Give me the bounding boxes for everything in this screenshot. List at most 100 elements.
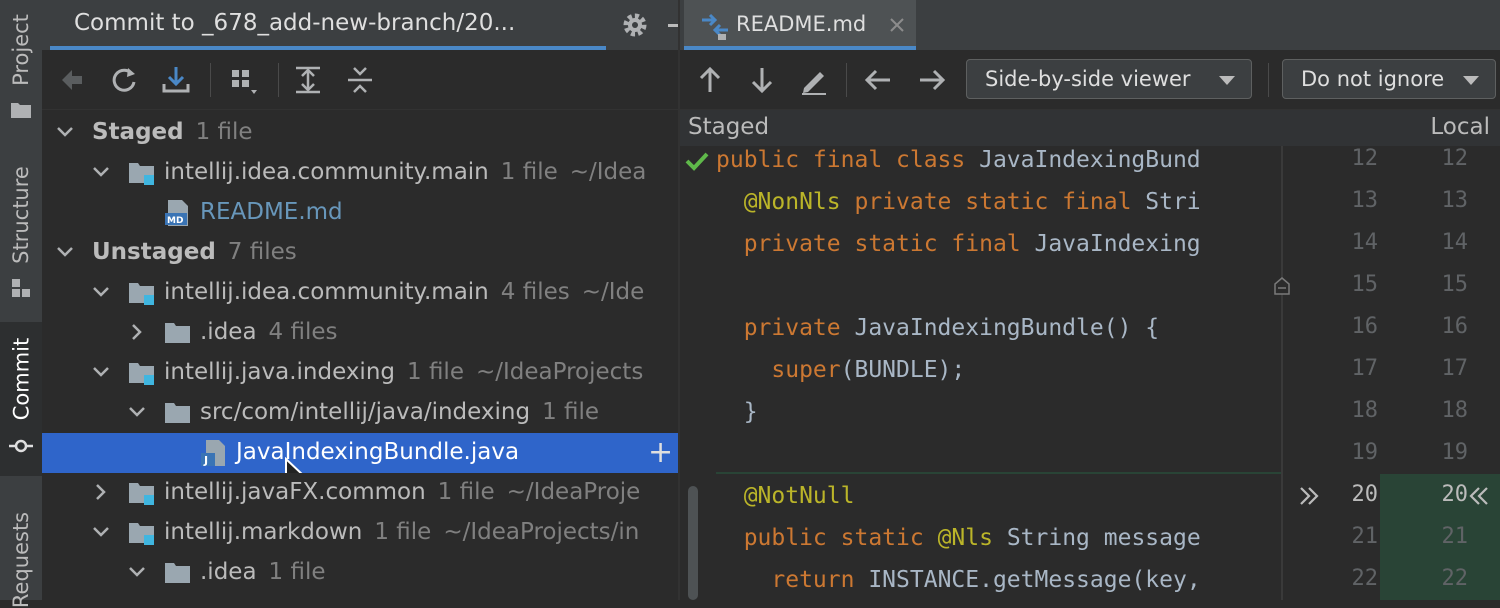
chevron-down-icon[interactable] — [90, 521, 112, 543]
chevron-down-icon — [1463, 76, 1479, 85]
update-icon[interactable] — [160, 64, 192, 96]
editor-tabs: README.md — [680, 0, 1500, 50]
commit-tab[interactable]: Commit — [0, 322, 42, 476]
previous-difference-icon[interactable] — [694, 64, 726, 96]
chevron-down-icon — [1219, 76, 1235, 85]
diff-arrows-icon — [702, 13, 728, 40]
apply-left-chevrons-icon[interactable] — [1466, 484, 1490, 508]
expand-all-icon[interactable] — [292, 64, 324, 96]
left-line-number: 16 — [1351, 314, 1379, 339]
diff-panel: README.md Side-by-side viewer Do not ign… — [680, 0, 1500, 600]
file-count: 1 file — [268, 559, 326, 585]
group-by-icon[interactable] — [228, 64, 260, 96]
tree-module-markdown[interactable]: intellij.markdown 1 file ~/IdeaProjects/in — [42, 513, 678, 553]
tree-folder-idea[interactable]: .idea 4 files — [42, 313, 678, 353]
left-line-number: 17 — [1351, 356, 1379, 381]
dropdown-value: Do not ignore — [1301, 67, 1445, 91]
tree-group-unstaged[interactable]: Unstaged 7 files — [42, 233, 678, 273]
close-icon[interactable] — [888, 16, 906, 34]
module-folder-icon — [129, 483, 154, 505]
tree-file-readme[interactable]: MD README.md — [42, 193, 678, 233]
file-count: 1 file — [374, 519, 432, 545]
module-folder-icon — [129, 283, 154, 305]
module-folder-icon — [129, 163, 154, 185]
next-difference-icon[interactable] — [746, 64, 778, 96]
chevron-down-icon[interactable] — [90, 361, 112, 383]
commit-header: Commit to _678_add-new-branch/20... — [42, 0, 678, 50]
tree-module-staged[interactable]: intellij.idea.community.main 1 file ~/Idea — [42, 153, 678, 193]
module-path: ~/IdeaProjects/in — [443, 519, 640, 545]
arrow-right-icon[interactable] — [916, 64, 948, 96]
active-tab-underline — [50, 46, 606, 50]
right-line-number: 16 — [1441, 314, 1469, 339]
requests-tab-label: Requests — [9, 511, 33, 608]
chevron-down-icon[interactable] — [126, 561, 148, 583]
refresh-icon[interactable] — [108, 64, 140, 96]
module-label: intellij.markdown — [164, 519, 363, 545]
svg-text:J: J — [203, 454, 208, 467]
left-line-number: 14 — [1351, 230, 1379, 255]
tree-group-staged[interactable]: Staged 1 file — [42, 113, 678, 153]
right-line-number: 13 — [1441, 188, 1469, 213]
tree-module-community[interactable]: intellij.idea.community.main 4 files ~/Ide — [42, 273, 678, 313]
ignore-whitespace-dropdown[interactable]: Do not ignore — [1282, 59, 1496, 99]
tab-readme[interactable]: README.md — [684, 0, 916, 50]
active-tab-underline — [684, 46, 916, 50]
java-file-icon: J — [201, 440, 225, 467]
commit-panel: Commit to _678_add-new-branch/20... Stag… — [42, 0, 678, 600]
group-count: 7 files — [227, 239, 297, 265]
chevron-down-icon[interactable] — [54, 241, 76, 263]
chevron-down-icon[interactable] — [90, 281, 112, 303]
rollback-icon[interactable] — [56, 64, 88, 96]
code-line: private static final JavaIndexing — [716, 231, 1201, 257]
module-path: ~/Idea — [569, 159, 647, 185]
file-count: 1 file — [407, 359, 464, 385]
minimize-icon[interactable] — [668, 24, 678, 27]
left-line-number: 12 — [1351, 146, 1379, 171]
tree-folder-idea-markdown[interactable]: .idea 1 file — [42, 553, 678, 593]
stage-plus-icon[interactable]: + — [648, 435, 673, 470]
gear-icon[interactable] — [620, 10, 650, 40]
edit-pencil-icon[interactable] — [798, 64, 830, 96]
module-folder-icon — [129, 523, 154, 545]
chevron-down-icon[interactable] — [126, 401, 148, 423]
folder-icon — [165, 403, 190, 423]
collapse-all-icon[interactable] — [344, 64, 376, 96]
tree-file-java-selected[interactable]: J JavaIndexingBundle.java + — [42, 433, 678, 473]
diff-toolbar: Side-by-side viewer Do not ignore — [680, 51, 1500, 110]
tree-module-javafx[interactable]: intellij.javaFX.common 1 file ~/IdeaProje — [42, 473, 678, 513]
folder-label: src/com/intellij/java/indexing — [200, 399, 531, 425]
vertical-scrollbar[interactable] — [688, 486, 698, 600]
file-label: JavaIndexingBundle.java — [236, 439, 520, 465]
tree-module-java-indexing[interactable]: intellij.java.indexing 1 file ~/IdeaProjec… — [42, 353, 678, 393]
code-line: super(BUNDLE); — [716, 357, 966, 383]
chevron-down-icon[interactable] — [54, 121, 76, 143]
code-line: public static @Nls String message — [716, 525, 1201, 551]
module-label: intellij.java.indexing — [164, 359, 395, 385]
structure-tab[interactable]: Structure — [0, 160, 42, 310]
fold-marker-icon[interactable] — [1272, 276, 1292, 296]
chevron-down-icon[interactable] — [90, 161, 112, 183]
commit-tab-label: Commit — [9, 337, 33, 421]
viewer-mode-dropdown[interactable]: Side-by-side viewer — [966, 59, 1252, 99]
group-count: 1 file — [195, 119, 253, 145]
requests-tab[interactable]: Requests — [0, 490, 42, 608]
apply-right-chevrons-icon[interactable] — [1298, 484, 1322, 508]
project-tab[interactable]: Project — [0, 0, 42, 130]
commit-icon — [9, 439, 33, 453]
right-line-number: 18 — [1441, 398, 1469, 423]
folder-label: .idea — [200, 319, 257, 345]
tree-folder-src[interactable]: src/com/intellij/java/indexing 1 file — [42, 393, 678, 433]
module-path: ~/IdeaProjects — [475, 359, 644, 385]
chevron-right-icon[interactable] — [126, 321, 148, 343]
chevron-right-icon[interactable] — [90, 481, 112, 503]
right-line-number: 17 — [1441, 356, 1469, 381]
right-line-number: 15 — [1441, 272, 1469, 297]
code-line: return INSTANCE.getMessage(key, — [716, 567, 1201, 593]
left-line-number: 13 — [1351, 188, 1379, 213]
left-line-number: 19 — [1351, 440, 1379, 465]
folder-label: .idea — [200, 559, 257, 585]
module-label: intellij.idea.community.main — [164, 279, 489, 305]
arrow-left-icon[interactable] — [862, 64, 894, 96]
svg-text:MD: MD — [167, 216, 183, 226]
